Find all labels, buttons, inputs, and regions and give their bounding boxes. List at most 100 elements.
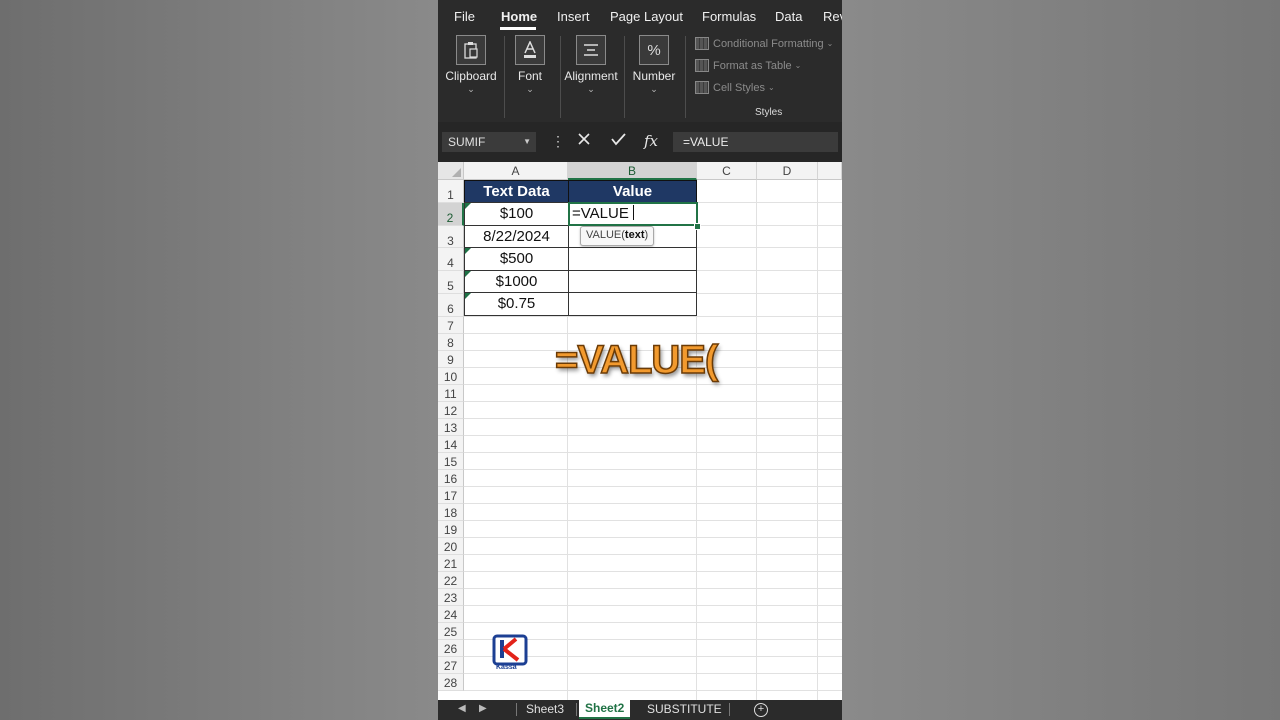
gridline-row — [464, 384, 842, 385]
gridline-column — [817, 180, 818, 700]
clipboard-group[interactable]: Clipboard ⌄ — [444, 32, 498, 95]
font-label: Font — [517, 69, 542, 83]
font-color-icon — [515, 35, 545, 65]
more-options-icon[interactable]: ⋮ — [551, 134, 565, 148]
row-header-4[interactable]: 4 — [438, 248, 464, 271]
formula-input[interactable]: =VALUE — [673, 132, 838, 152]
excel-window: File Home Insert Page Layout Formulas Da… — [438, 0, 842, 720]
row-header-8[interactable]: 8 — [438, 334, 464, 351]
divider — [685, 36, 686, 118]
cell-b5[interactable] — [568, 270, 697, 293]
row-header-17[interactable]: 17 — [438, 487, 464, 504]
row-header-9[interactable]: 9 — [438, 351, 464, 368]
tab-review[interactable]: Rev — [823, 9, 842, 24]
format-as-table-icon — [695, 59, 709, 72]
clipboard-icon — [456, 35, 486, 65]
gridline-row — [464, 452, 842, 453]
cell-a5[interactable]: $1000 — [464, 270, 569, 293]
gridline-row — [464, 333, 842, 334]
row-header-19[interactable]: 19 — [438, 521, 464, 538]
header-value[interactable]: Value — [568, 180, 697, 203]
clipboard-label: Clipboard — [445, 69, 497, 83]
fill-handle[interactable] — [694, 223, 701, 230]
cell-b6[interactable] — [568, 292, 697, 316]
cell-a2[interactable]: $100 — [464, 202, 569, 226]
text-cursor — [632, 205, 634, 220]
number-label: Number — [632, 69, 676, 83]
chevron-down-icon: ⌄ — [526, 84, 534, 94]
active-cell-b2[interactable]: =VALUE — [568, 202, 698, 226]
scroll-right-icon[interactable]: ▶ — [479, 703, 487, 714]
row-header-23[interactable]: 23 — [438, 589, 464, 606]
function-tooltip[interactable]: VALUE(text) — [580, 226, 655, 246]
column-header-c[interactable]: C — [697, 162, 757, 180]
tooltip-close-paren: ) — [644, 229, 649, 241]
select-all-button[interactable] — [438, 162, 464, 180]
row-header-18[interactable]: 18 — [438, 504, 464, 521]
gridline-row — [464, 435, 842, 436]
sheet-tab-substitute[interactable]: SUBSTITUTE — [647, 701, 722, 718]
cell-a4[interactable]: $500 — [464, 247, 569, 271]
chevron-down-icon: ⌄ — [650, 84, 658, 94]
row-header-16[interactable]: 16 — [438, 470, 464, 487]
tab-page-layout[interactable]: Page Layout — [610, 9, 683, 24]
row-header-25[interactable]: 25 — [438, 623, 464, 640]
row-header-1[interactable]: 1 — [438, 180, 464, 203]
cell-b4[interactable] — [568, 247, 697, 271]
scroll-left-icon[interactable]: ◀ — [458, 703, 466, 714]
overlay-caption: =VALUE( — [554, 337, 719, 383]
row-header-26[interactable]: 26 — [438, 640, 464, 657]
row-header-7[interactable]: 7 — [438, 317, 464, 334]
gridline-row — [464, 605, 842, 606]
active-tab-indicator — [500, 27, 536, 30]
format-as-table-button[interactable]: Format as Table ⌄ — [695, 59, 801, 72]
worksheet-grid: A B C D 1 2 3 4 5 6 7 8 9 10 11 12 13 14 15 16 17 18 19 20 2… — [438, 162, 842, 700]
row-header-6[interactable]: 6 — [438, 294, 464, 317]
sheet-tab-sheet3[interactable]: Sheet3 — [526, 701, 564, 718]
row-header-11[interactable]: 11 — [438, 385, 464, 402]
conditional-formatting-button[interactable]: Conditional Formatting ⌄ — [695, 37, 833, 50]
column-header-b[interactable]: B — [568, 162, 697, 180]
cell-a3[interactable]: 8/22/2024 — [464, 225, 569, 248]
column-header-e[interactable] — [818, 162, 842, 180]
tab-home[interactable]: Home — [501, 9, 537, 24]
tab-data[interactable]: Data — [775, 9, 802, 24]
tab-insert[interactable]: Insert — [557, 9, 590, 24]
cell-a6[interactable]: $0.75 — [464, 292, 569, 316]
row-header-2[interactable]: 2 — [438, 203, 464, 226]
cancel-icon[interactable] — [577, 132, 591, 151]
row-header-10[interactable]: 10 — [438, 368, 464, 385]
row-header-24[interactable]: 24 — [438, 606, 464, 623]
cell-styles-button[interactable]: Cell Styles ⌄ — [695, 81, 775, 94]
ribbon-tab-bar: File Home Insert Page Layout Formulas Da… — [438, 0, 842, 32]
tab-file[interactable]: File — [454, 9, 475, 24]
sheet-tab-sheet2[interactable]: Sheet2 — [579, 700, 631, 719]
tab-formulas[interactable]: Formulas — [702, 9, 756, 24]
add-sheet-icon[interactable]: + — [754, 703, 768, 717]
chevron-down-icon: ⌄ — [467, 84, 475, 94]
enter-check-icon[interactable] — [611, 132, 626, 151]
row-header-5[interactable]: 5 — [438, 271, 464, 294]
row-header-28[interactable]: 28 — [438, 674, 464, 691]
background-left — [0, 0, 438, 720]
row-header-21[interactable]: 21 — [438, 555, 464, 572]
column-header-a[interactable]: A — [464, 162, 568, 180]
row-header-13[interactable]: 13 — [438, 419, 464, 436]
background-right — [842, 0, 1280, 720]
font-group[interactable]: Font ⌄ — [510, 32, 550, 95]
row-header-20[interactable]: 20 — [438, 538, 464, 555]
name-box[interactable]: SUMIF ▼ — [442, 132, 536, 152]
row-header-27[interactable]: 27 — [438, 657, 464, 674]
row-header-3[interactable]: 3 — [438, 226, 464, 248]
row-header-22[interactable]: 22 — [438, 572, 464, 589]
alignment-group[interactable]: Alignment ⌄ — [562, 32, 620, 95]
number-group[interactable]: % Number ⌄ — [630, 32, 678, 95]
ribbon: Clipboard ⌄ Font ⌄ Alignment ⌄ % Number … — [438, 32, 842, 122]
column-header-d[interactable]: D — [757, 162, 818, 180]
row-header-12[interactable]: 12 — [438, 402, 464, 419]
row-header-15[interactable]: 15 — [438, 453, 464, 470]
insert-function-icon[interactable]: fx — [644, 132, 658, 150]
row-header-14[interactable]: 14 — [438, 436, 464, 453]
header-text-data[interactable]: Text Data — [464, 180, 569, 203]
alignment-label: Alignment — [564, 69, 618, 83]
